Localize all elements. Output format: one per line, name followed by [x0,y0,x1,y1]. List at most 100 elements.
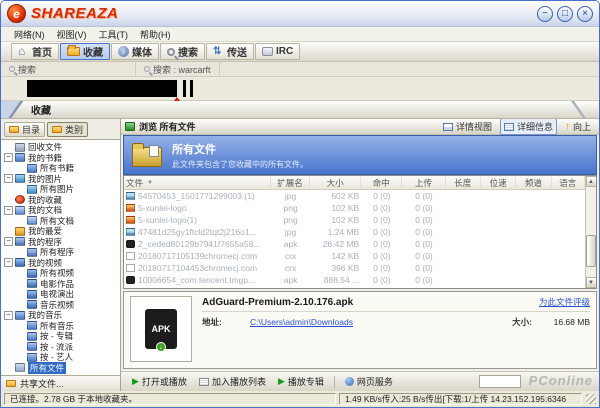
column-header-4[interactable]: 上传 [402,176,445,189]
table-row[interactable]: 20180717105139chromecj.comcrx142 KB0 (0)… [124,250,585,262]
toolbar-button-home[interactable]: 首页 [11,43,59,60]
column-header-1[interactable]: 扩展名 [271,176,310,189]
menu-item-network[interactable]: 网络(N) [9,28,50,41]
file-uploads-cell: 0 (0) [402,239,445,249]
table-row[interactable]: 5-xunlei-logo(1)png102 KB0 (0)0 (0) [124,214,585,226]
table-row[interactable]: 20180717104453chromecj.comcrx396 KB0 (0)… [124,262,585,274]
tree-item-all-files[interactable]: 所有文件 [4,363,120,374]
playlist-icon [199,378,209,386]
file-uploads-cell: 0 (0) [402,263,445,273]
search-warcarft-tab[interactable]: 搜索 : warcarft [136,62,220,76]
tab-directory[interactable]: 目录 [4,122,45,137]
main-toolbar: 首页收藏媒体搜索传送IRC [1,42,599,62]
maximize-button[interactable]: □ [557,6,573,22]
column-header-2[interactable]: 大小 [310,176,361,189]
column-header-6[interactable]: 位速 [481,176,516,189]
expand-toggle-icon[interactable]: − [4,174,13,183]
filter-input[interactable] [479,375,521,388]
doc-file-icon [126,252,135,260]
table-row[interactable]: 5-xunlei-logopng102 KB0 (0)0 (0) [124,202,585,214]
file-name-cell: 10006654_com.tencent.tmgp... [124,275,271,285]
rate-file-link[interactable]: 为此文件评级 [539,296,590,308]
menubar: 网络(N)视图(V)工具(T)帮助(H) [1,27,599,42]
watermark: PConline [529,373,593,388]
file-ext-cell: crx [271,263,310,273]
file-hits-cell: 0 (0) [361,251,402,261]
file-detail-panel: APK ↓ AdGuard-Premium-2.10.176.apk 为此文件评… [123,291,597,369]
close-button[interactable]: × [577,6,593,22]
shared-files-button[interactable]: 共享文件... [1,375,120,391]
play-icon: ▶ [278,376,285,387]
expand-toggle-icon[interactable]: − [4,237,13,246]
statusbar: 已连接。2.78 GB 于本地收藏夹。 1.49 KB/s传入:25 B/s传出… [1,391,599,407]
expand-toggle-icon[interactable]: − [4,206,13,215]
resize-grip[interactable] [586,394,596,404]
column-header-0[interactable]: 文件▼ [124,176,271,189]
web-services-icon [345,377,354,386]
tab-category[interactable]: 类别 [47,122,88,137]
menu-item-tools[interactable]: 工具(T) [94,28,134,41]
vertical-scrollbar[interactable]: ▲ ▼ [585,176,596,288]
search-icon [167,48,175,56]
toolbar-button-label: 首页 [32,44,52,59]
expand-toggle-icon[interactable]: − [4,153,13,162]
window-controls: − □ × [537,6,593,22]
irc-icon [262,47,273,56]
column-header-3[interactable]: 命中 [361,176,402,189]
browse-header: 浏览 所有文件 详情视图 详细信息 ↑ 向上 [121,119,599,135]
up-arrow-icon: ↑ [565,122,570,131]
scrollbar-track[interactable] [586,187,596,277]
table-row[interactable]: 10006654_com.tencent.tmgp...apk888.54 ..… [124,274,585,286]
column-header-7[interactable]: 频道 [516,176,551,189]
file-uploads-cell: 0 (0) [402,275,445,285]
menu-item-view[interactable]: 视图(V) [52,28,92,41]
search-tab[interactable]: 搜索 [1,62,136,76]
minimize-button[interactable]: − [537,6,553,22]
open-or-play-button[interactable]: ▶打开或播放 [127,374,192,389]
images-folder-icon [27,185,37,194]
browse-title: 浏览 所有文件 [139,120,196,133]
table-row[interactable]: 47481d25gy1ftcld2tqt2j216o1...jpg1.24 MB… [124,226,585,238]
scrollbar-thumb[interactable] [586,235,596,267]
library-tree: 回收文件−我的书籍所有书籍−我的图片所有图片我的收藏−我的文档所有文档我的最爱−… [1,139,120,375]
music-folder-icon [15,311,25,320]
redacted-strip [1,77,599,101]
redacted-bar [190,80,193,97]
column-header-8[interactable]: 语言 [552,176,585,189]
scroll-down-icon[interactable]: ▼ [586,277,597,288]
play-album-button[interactable]: ▶播放专辑 [273,374,329,389]
column-header-5[interactable]: 长度 [446,176,481,189]
scroll-up-icon[interactable]: ▲ [586,176,597,187]
file-name: 5-xunlei-logo(1) [138,215,197,225]
file-name: 54570453_1501771299003 (1) [138,191,255,201]
browse-icon [125,122,135,131]
up-button[interactable]: ↑ 向上 [561,119,595,135]
toolbar-button-search[interactable]: 搜索 [160,43,205,60]
folder-icon [9,126,19,133]
detailed-info-button[interactable]: 详细信息 [500,119,557,135]
expand-toggle-icon[interactable]: − [4,258,13,267]
redacted-block [27,80,177,97]
table-row[interactable]: 54570453_1501771299003 (1)jpg602 KB0 (0)… [124,190,585,202]
music-folder-icon [27,353,37,362]
file-name-cell: 20180717105139chromecj.com [124,251,271,261]
web-services-button[interactable]: 网页服务 [340,374,398,389]
search-icon [144,66,150,72]
expand-toggle-icon[interactable]: − [4,311,13,320]
add-to-playlist-button[interactable]: 加入播放列表 [194,374,271,389]
doc-file-icon [126,264,135,272]
details-view-button[interactable]: 详情视图 [439,119,496,135]
videos-folder-icon [27,269,37,278]
toolbar-button-media[interactable]: 媒体 [111,43,159,60]
add-to-playlist-label: 加入播放列表 [212,375,266,388]
home-icon [18,46,29,57]
toolbar-button-irc[interactable]: IRC [255,43,300,60]
address-link[interactable]: C:\Users\admin\Downloads [250,317,353,327]
table-row[interactable]: 2_ceded80129b7941f7655a58...apk26.42 MB0… [124,238,585,250]
file-ext-cell: jpg [271,227,310,237]
menu-item-help[interactable]: 帮助(H) [135,28,176,41]
file-size-cell: 602 KB [310,191,361,201]
toolbar-button-transfers[interactable]: 传送 [206,43,254,60]
play-icon: ▶ [132,376,139,387]
toolbar-button-library[interactable]: 收藏 [60,43,110,60]
